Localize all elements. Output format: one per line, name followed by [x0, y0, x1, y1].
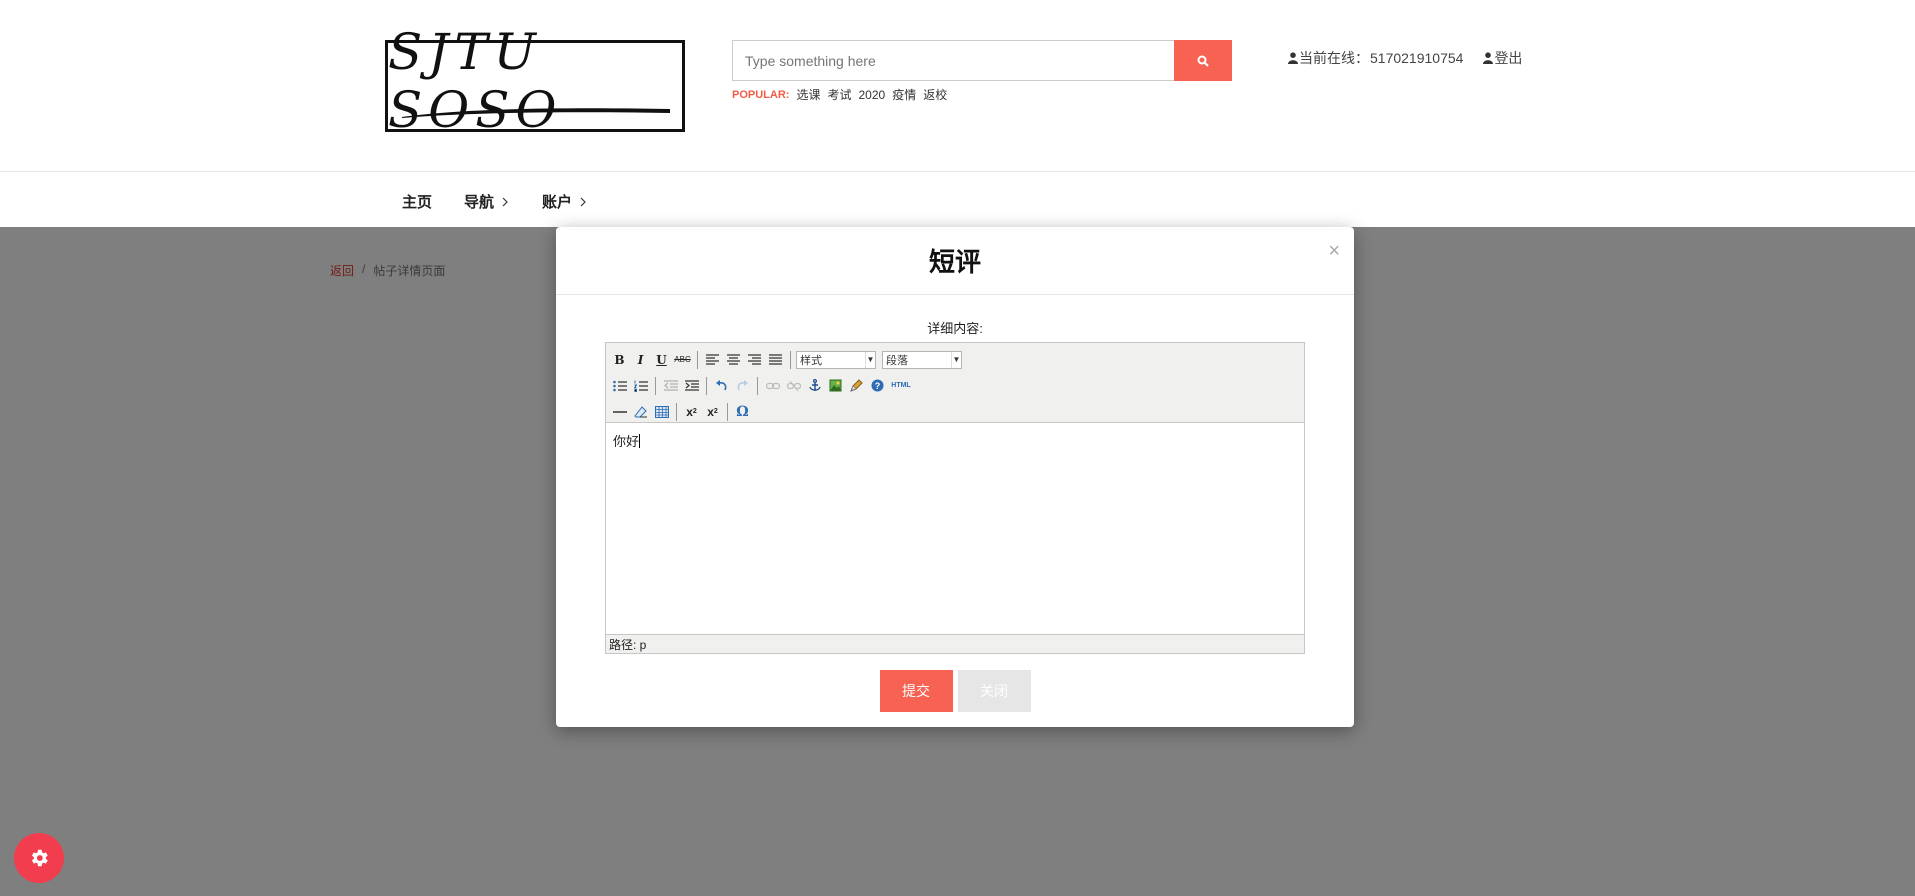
superscript-icon[interactable]: x2 — [703, 402, 722, 421]
align-right-icon[interactable] — [745, 350, 764, 369]
toolbar-separator — [697, 350, 698, 369]
toolbar-separator — [727, 402, 728, 421]
review-modal: 短评 × 详细内容: B I U ABC 样式 ▼ 段落 ▼ ? HTML x … — [556, 227, 1354, 727]
search-button[interactable] — [1174, 40, 1232, 81]
search-icon — [1197, 55, 1209, 67]
nav-item-label: 账户 — [542, 194, 573, 211]
popular-label: POPULAR: — [732, 88, 790, 101]
popular-tag[interactable]: 选课 — [796, 86, 820, 103]
indent-icon[interactable] — [682, 376, 701, 395]
search-input[interactable] — [732, 40, 1174, 81]
toolbar-separator — [676, 402, 677, 421]
modal-header: 短评 × — [556, 227, 1354, 295]
undo-icon[interactable] — [712, 376, 731, 395]
numbered-list-icon[interactable] — [631, 376, 650, 395]
toolbar-separator — [655, 376, 656, 395]
user-id: 517021910754 — [1370, 50, 1464, 66]
editor-status-bar: 路径: p — [606, 634, 1304, 653]
logo-text: SJTU SOSO — [388, 23, 563, 139]
nav-item-account[interactable]: 账户 — [542, 191, 586, 212]
chevron-right-icon — [502, 197, 508, 206]
style-select[interactable]: 样式 ▼ — [796, 350, 876, 369]
redo-icon[interactable] — [733, 376, 752, 395]
bold-icon[interactable]: B — [610, 350, 629, 369]
close-icon[interactable]: × — [1328, 241, 1340, 261]
user-icon — [1288, 52, 1298, 64]
horizontal-rule-icon[interactable] — [610, 402, 629, 421]
user-icon — [1483, 52, 1494, 64]
close-button[interactable]: 关闭 — [957, 670, 1031, 712]
bullet-list-icon[interactable] — [610, 376, 629, 395]
nav-item-label: 主页 — [402, 194, 433, 211]
toolbar-separator — [757, 376, 758, 395]
chevron-down-icon: ▼ — [865, 351, 875, 368]
image-icon[interactable] — [826, 376, 845, 395]
align-left-icon[interactable] — [703, 350, 722, 369]
eraser-icon[interactable] — [631, 402, 650, 421]
nav-item-home[interactable]: 主页 — [402, 191, 432, 212]
outdent-icon[interactable] — [661, 376, 680, 395]
chevron-down-icon: ▼ — [951, 351, 961, 368]
unlink-icon[interactable] — [784, 376, 803, 395]
link-icon[interactable] — [763, 376, 782, 395]
align-center-icon[interactable] — [724, 350, 743, 369]
logout-label: 登出 — [1494, 50, 1523, 66]
align-justify-icon[interactable] — [766, 350, 785, 369]
editor-content-area[interactable]: 你好 — [606, 423, 1304, 634]
submit-button[interactable]: 提交 — [879, 670, 953, 712]
popular-tag[interactable]: 2020 — [858, 88, 885, 102]
format-select-value: 段落 — [886, 354, 908, 367]
popular-tag[interactable]: 疫情 — [892, 86, 916, 103]
modal-title: 短评 — [928, 247, 981, 277]
cleanup-icon[interactable] — [847, 376, 866, 395]
popular-tag[interactable]: 考试 — [827, 86, 851, 103]
strikethrough-icon[interactable]: ABC — [673, 350, 692, 369]
underline-icon[interactable]: U — [652, 350, 671, 369]
editor-path: 路径: p — [609, 638, 647, 652]
editor-content: 你好 — [613, 434, 640, 449]
main-nav: 主页 导航 账户 — [0, 172, 1915, 227]
style-select-value: 样式 — [800, 354, 822, 367]
popular-tags: POPULAR: 选课 考试 2020 疫情 返校 — [732, 86, 947, 103]
modal-actions: 提交 关闭 — [556, 670, 1354, 712]
search-bar — [732, 40, 1232, 81]
html-source-icon[interactable]: HTML — [889, 376, 913, 395]
special-char-icon[interactable]: Ω — [733, 402, 752, 421]
rich-text-editor: B I U ABC 样式 ▼ 段落 ▼ ? HTML x 2 x 2 Ω 你好 … — [605, 342, 1305, 654]
italic-icon[interactable]: I — [631, 350, 650, 369]
toolbar-row: B I U ABC 样式 ▼ 段落 ▼ — [610, 347, 1300, 372]
site-logo[interactable]: SJTU SOSO — [385, 23, 685, 139]
toolbar-separator — [790, 350, 791, 369]
gear-icon — [31, 849, 48, 867]
toolbar-row: ? HTML — [610, 373, 1300, 398]
editor-toolbar: B I U ABC 样式 ▼ 段落 ▼ ? HTML x 2 x 2 Ω — [606, 343, 1304, 423]
format-select[interactable]: 段落 ▼ — [882, 350, 962, 369]
logo-swoosh — [402, 108, 670, 118]
user-bar: 当前在线： 517021910754 登出 — [1288, 48, 1522, 68]
logout-link[interactable]: 登出 — [1483, 48, 1522, 68]
text-caret — [639, 434, 641, 448]
nav-item-navigation[interactable]: 导航 — [464, 191, 508, 212]
help-icon[interactable]: ? — [868, 376, 887, 395]
anchor-icon[interactable] — [805, 376, 824, 395]
field-label: 详细内容: — [927, 321, 983, 336]
table-icon[interactable] — [652, 402, 671, 421]
chevron-right-icon — [580, 197, 586, 206]
nav-item-label: 导航 — [464, 194, 495, 211]
site-header: SJTU SOSO POPULAR: 选课 考试 2020 疫情 返校 当前在线… — [0, 0, 1915, 172]
toolbar-row: x2 x2 Ω — [610, 399, 1300, 424]
popular-tag[interactable]: 返校 — [923, 86, 947, 103]
online-label: 当前在线： — [1299, 50, 1369, 66]
toolbar-separator — [706, 376, 707, 395]
online-user: 当前在线： 517021910754 — [1288, 48, 1463, 68]
subscript-icon[interactable]: x2 — [682, 402, 701, 421]
svg-text:?: ? — [875, 381, 881, 391]
settings-button[interactable] — [14, 833, 64, 883]
